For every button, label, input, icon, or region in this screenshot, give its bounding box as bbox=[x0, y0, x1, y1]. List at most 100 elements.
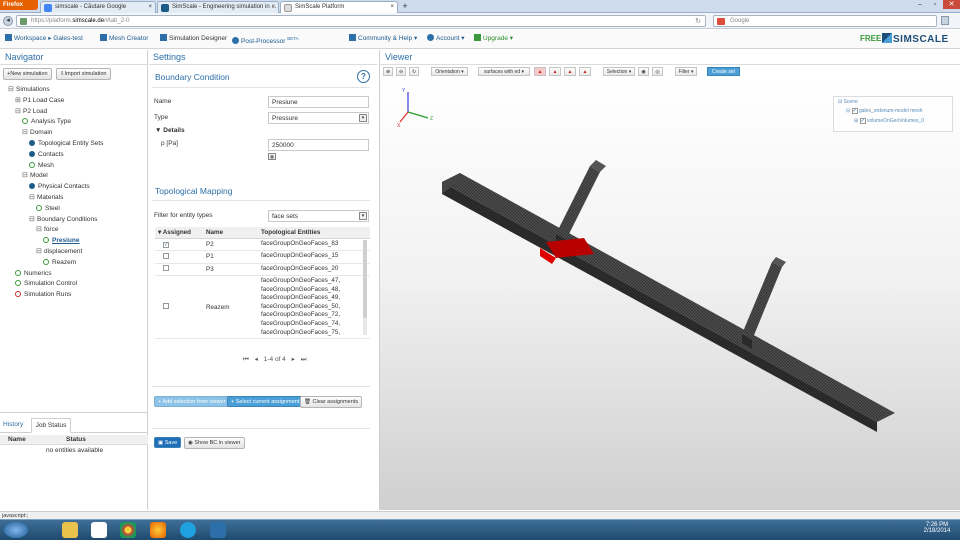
filter-menu[interactable]: Filter ▾ bbox=[675, 67, 697, 76]
import-simulation-button[interactable]: ⇩Import simulation bbox=[56, 68, 111, 80]
tree-item[interactable]: Reazem bbox=[43, 258, 76, 267]
table-row[interactable]: P3 faceGroupOnGeoFaces_20 bbox=[155, 263, 370, 276]
close-tab-icon[interactable]: × bbox=[148, 2, 152, 13]
tree-item[interactable]: ⊟ Model bbox=[22, 171, 48, 180]
media-player-icon[interactable] bbox=[91, 522, 107, 538]
tree-item[interactable]: ⊟ Boundary Conditions bbox=[29, 215, 97, 224]
tab-simscale-site[interactable]: SimScale - Engineering simulation in ...… bbox=[157, 1, 279, 13]
scene-mesh[interactable]: ⊟ ✓ gales_ordenum-model mesh bbox=[846, 108, 922, 114]
tree-item[interactable]: Physical Contacts bbox=[29, 182, 90, 191]
3d-viewport[interactable]: Y Z X bbox=[380, 78, 960, 510]
name-field[interactable]: Presiune bbox=[268, 96, 369, 108]
render-mode-select[interactable]: surfaces with ed ▾ bbox=[478, 67, 530, 76]
tree-item[interactable]: Steel bbox=[36, 204, 60, 213]
zoom-out-icon[interactable]: ⊖ bbox=[396, 67, 406, 76]
simscale-logo[interactable]: SIMSCALE bbox=[882, 33, 954, 46]
tree-item[interactable]: Topological Entity Sets bbox=[29, 139, 103, 148]
skype-icon[interactable] bbox=[180, 522, 196, 538]
3d-model-render[interactable]: Y Z X bbox=[380, 78, 960, 510]
first-page-icon[interactable]: ⏮ bbox=[243, 356, 249, 363]
create-set-button[interactable]: Create set bbox=[707, 67, 740, 76]
close-window-icon[interactable]: ✕ bbox=[943, 0, 960, 9]
workspace-link[interactable]: Workspace bbox=[14, 35, 46, 42]
workspace-breadcrumb[interactable]: Workspace ▸ Gales-test bbox=[5, 34, 83, 44]
filter-select[interactable]: face sets ▾ bbox=[268, 210, 369, 222]
tree-item[interactable]: Numerics bbox=[15, 269, 51, 278]
tree-item[interactable]: Contacts bbox=[29, 150, 64, 159]
assigned-checkbox[interactable] bbox=[163, 303, 169, 310]
tree-item[interactable]: Analysis Type bbox=[22, 117, 71, 126]
assigned-checkbox[interactable] bbox=[163, 265, 169, 272]
section-red-icon[interactable]: ▲ bbox=[534, 67, 546, 76]
tree-item[interactable]: Mesh bbox=[29, 161, 54, 170]
tab-history[interactable]: History bbox=[3, 421, 23, 428]
home-icon[interactable] bbox=[941, 16, 949, 25]
details-toggle[interactable]: ▼ Details bbox=[155, 126, 185, 136]
last-page-icon[interactable]: ⏭ bbox=[301, 356, 307, 363]
mesh-creator-link[interactable]: Mesh Creator bbox=[100, 34, 148, 44]
tab-simscale-platform[interactable]: SimScale Platform × bbox=[280, 1, 398, 13]
table-row[interactable]: Reazem faceGroupOnGeoFaces_47, faceGroupOn… bbox=[155, 275, 370, 340]
add-selection-button[interactable]: + Add selection from viewer bbox=[154, 396, 230, 407]
select-current-button[interactable]: + Select current assignment bbox=[227, 396, 304, 407]
url-bar[interactable]: https://platform.simscale.de/#tab_2-0 ↻ bbox=[16, 15, 706, 27]
orientation-menu[interactable]: Orientation ▾ bbox=[431, 67, 468, 76]
maximize-icon[interactable]: ▫ bbox=[928, 0, 942, 9]
table-scrollbar[interactable] bbox=[363, 240, 367, 335]
section-plane-icon[interactable]: ▲ bbox=[549, 67, 561, 76]
scene-root[interactable]: ⊟ Scene bbox=[838, 99, 858, 105]
tree-item[interactable]: ⊟ Domain bbox=[22, 128, 52, 137]
table-row[interactable]: P1 faceGroupOnGeoFaces_15 bbox=[155, 250, 370, 264]
scene-volume[interactable]: ⊞ ✓ volumeOnGeoVolumes_0 bbox=[854, 118, 924, 124]
simulation-designer-link[interactable]: Simulation Designer bbox=[160, 34, 227, 44]
tab-job-status[interactable]: Job Status bbox=[31, 418, 71, 433]
project-link[interactable]: Gales-test bbox=[53, 35, 83, 42]
post-processor-link[interactable]: Post-Processor BETA bbox=[232, 34, 299, 47]
tree-item[interactable]: Presiune bbox=[43, 236, 79, 245]
table-row[interactable]: ✓ P2 faceGroupOnGeoFaces_83 bbox=[155, 238, 370, 251]
clock[interactable]: 7:26 PM 2/18/2014 bbox=[918, 522, 956, 534]
selection-menu[interactable]: Selection ▾ bbox=[603, 67, 635, 76]
clear-assignments-button[interactable]: 🗑 Clear assignments bbox=[300, 396, 363, 408]
account-menu[interactable]: Account ▾ bbox=[427, 34, 465, 44]
minimize-icon[interactable]: – bbox=[913, 0, 927, 9]
chrome-icon[interactable] bbox=[120, 522, 136, 538]
hide-icon[interactable]: ◎ bbox=[652, 67, 663, 76]
column-assigned[interactable]: ▾ Assigned bbox=[155, 227, 203, 239]
tree-item[interactable]: ⊟ force bbox=[36, 225, 58, 234]
explorer-icon[interactable] bbox=[62, 522, 78, 538]
tree-item[interactable]: ⊟ Simulations bbox=[8, 85, 50, 94]
firefox-menu-button[interactable]: Firefox bbox=[0, 0, 38, 10]
close-tab-icon[interactable]: × bbox=[271, 2, 275, 13]
scrollbar-thumb[interactable] bbox=[363, 240, 367, 318]
show-bc-button[interactable]: ◉ Show BC in viewer bbox=[184, 437, 245, 449]
pressure-field[interactable]: 250000 bbox=[268, 139, 369, 151]
prev-page-icon[interactable]: ◂ bbox=[255, 356, 258, 363]
reload-icon[interactable]: ↻ bbox=[695, 16, 701, 27]
reset-view-icon[interactable]: ↻ bbox=[409, 67, 419, 76]
zoom-in-icon[interactable]: ⊕ bbox=[383, 67, 393, 76]
help-icon[interactable]: ? bbox=[357, 70, 370, 83]
tree-item[interactable]: ⊞ P1 Load Case bbox=[15, 96, 64, 105]
close-tab-icon[interactable]: × bbox=[390, 2, 394, 13]
new-simulation-button[interactable]: +New simulation bbox=[3, 68, 52, 80]
checkbox[interactable]: ✓ bbox=[859, 118, 866, 124]
start-button-icon[interactable] bbox=[4, 522, 28, 538]
new-tab-button[interactable]: + bbox=[399, 1, 411, 12]
tree-item[interactable]: ⊟ displacement bbox=[36, 247, 82, 256]
app-icon[interactable] bbox=[210, 522, 226, 538]
tree-item[interactable]: Simulation Control bbox=[15, 279, 77, 288]
column-name[interactable]: Name bbox=[203, 227, 258, 239]
section-box-icon[interactable]: ▲ bbox=[564, 67, 576, 76]
firefox-icon[interactable] bbox=[150, 522, 166, 538]
assigned-checkbox[interactable]: ✓ bbox=[163, 241, 169, 248]
community-help-menu[interactable]: Community & Help ▾ bbox=[349, 34, 417, 44]
save-button[interactable]: ▣ Save bbox=[154, 437, 182, 448]
tree-item[interactable]: Simulation Runs bbox=[15, 290, 71, 299]
tree-item[interactable]: ⊟ P2 Load bbox=[15, 107, 47, 116]
section-clip-icon[interactable]: ▲ bbox=[579, 67, 591, 76]
checkbox[interactable]: ✓ bbox=[851, 108, 858, 114]
assigned-checkbox[interactable] bbox=[163, 252, 169, 259]
next-page-icon[interactable]: ▸ bbox=[292, 356, 295, 363]
column-topological-entities[interactable]: Topological Entities bbox=[258, 227, 370, 239]
